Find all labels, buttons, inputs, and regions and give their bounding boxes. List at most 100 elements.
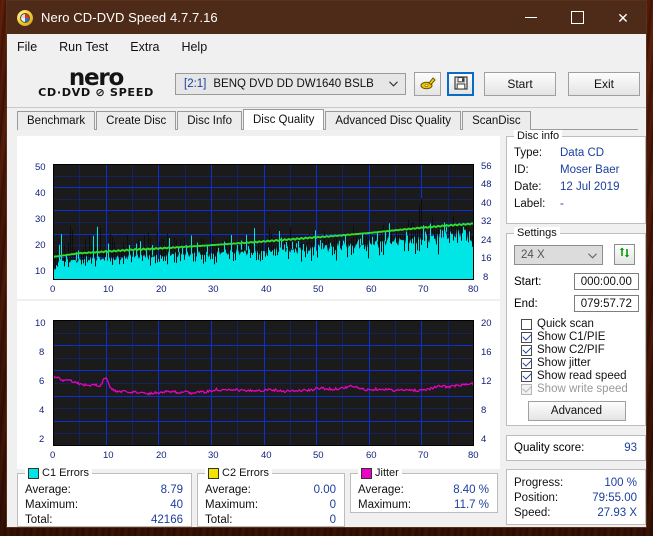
refresh-button[interactable] <box>614 244 635 265</box>
save-icon <box>453 75 468 93</box>
minimize-button[interactable] <box>508 1 554 34</box>
quality-score-value: 93 <box>624 442 637 454</box>
chart1-y2tick-32: 32 <box>481 216 492 227</box>
menu-item-file[interactable]: File <box>17 40 37 54</box>
start-button[interactable]: Start <box>484 72 556 96</box>
tab-disc-info[interactable]: Disc Info <box>177 111 242 130</box>
maximize-button[interactable] <box>554 1 600 34</box>
position-label: Position: <box>514 492 559 504</box>
checkbox-box <box>521 331 532 343</box>
nero-cd-dvd-speed-window: Nero CD-DVD Speed 4.7.7.16 ✕ File Run Te… <box>6 0 647 528</box>
chevron-down-icon <box>389 79 398 89</box>
jitter-maximum-row: Maximum: 11.7 % <box>358 498 489 513</box>
checkbox-label: Show write speed <box>537 383 628 395</box>
c1-total-label: Total: <box>25 514 53 526</box>
save-results-button[interactable] <box>447 72 474 96</box>
quality-score-label: Quality score: <box>514 442 585 454</box>
app-icon <box>17 9 33 26</box>
tab-benchmark[interactable]: Benchmark <box>17 111 96 130</box>
quality-score-panel: Quality score: 93 <box>506 435 646 461</box>
checkbox-label: Show C2/PIF <box>537 344 605 356</box>
tab-create-disc[interactable]: Create Disc <box>96 111 177 130</box>
logo-primary-text: nero <box>68 65 125 91</box>
c2-average-row: Average: 0.00 <box>205 483 336 498</box>
speed-select[interactable]: 24 X <box>514 244 603 265</box>
c1-total-value: 42166 <box>151 514 183 526</box>
chart1-ytick-10: 10 <box>35 266 46 277</box>
c2-color-swatch <box>208 468 219 479</box>
disc-info-panel: Disc info Type: Data CD ID: Moser Baer D… <box>506 130 646 224</box>
end-position-input[interactable]: 079:57.72 <box>573 295 639 312</box>
chart2-xtick-50: 50 <box>313 450 324 461</box>
checkbox-show-c1-pie[interactable]: Show C1/PIE <box>521 331 639 343</box>
close-button[interactable]: ✕ <box>600 1 646 34</box>
c1-maximum-label: Maximum: <box>25 499 79 511</box>
c2-average-value: 0.00 <box>313 484 336 496</box>
c1-error-chart: 10 20 30 40 50 8 16 24 32 40 48 56 0 10 … <box>17 136 500 299</box>
exit-button[interactable]: Exit <box>568 72 640 96</box>
c2-total-row: Total: 0 <box>205 513 336 528</box>
chart2-xtick-0: 0 <box>50 450 56 461</box>
chart1-xtick-60: 60 <box>366 284 377 295</box>
start-position-input[interactable]: 000:00.00 <box>573 273 639 290</box>
speed-value: 24 X <box>521 248 545 261</box>
checkbox-label: Show jitter <box>537 357 591 369</box>
chart1-ytick-20: 20 <box>35 240 46 251</box>
jitter-maximum-label: Maximum: <box>358 499 412 511</box>
eject-disc-button[interactable] <box>414 72 441 96</box>
c2-maximum-label: Maximum: <box>205 499 259 511</box>
checkbox-show-write-speed: Show write speed <box>521 383 639 395</box>
tab-advanced-disc-quality[interactable]: Advanced Disc Quality <box>325 111 462 130</box>
checkbox-label: Show C1/PIE <box>537 331 606 343</box>
checkbox-show-jitter[interactable]: Show jitter <box>521 357 639 369</box>
menu-item-help[interactable]: Help <box>181 40 207 54</box>
chart1-y2tick-40: 40 <box>481 198 492 209</box>
menu-item-run-test[interactable]: Run Test <box>59 40 108 54</box>
jitter-panel: Jitter Average: 8.40 % Maximum: 11.7 % <box>350 467 498 513</box>
tab-scandisc[interactable]: ScanDisc <box>462 111 531 130</box>
chart2-ytick-2: 2 <box>39 434 45 445</box>
checkbox-show-read-speed[interactable]: Show read speed <box>521 370 639 382</box>
c2-maximum-value: 0 <box>329 499 336 511</box>
drive-select[interactable]: [2:1] BENQ DVD DD DW1640 BSLB <box>175 73 406 95</box>
progress-row: Progress: 100 % <box>514 476 637 491</box>
nero-logo: nero CD·DVD ⊘ SPEED <box>21 65 171 99</box>
tab-disc-quality[interactable]: Disc Quality <box>243 109 325 130</box>
chart2-y2tick-8: 8 <box>481 405 487 416</box>
chart1-y2tick-48: 48 <box>481 179 492 190</box>
chart1-xtick-0: 0 <box>50 284 56 295</box>
chart1-xtick-30: 30 <box>208 284 219 295</box>
window-controls: ✕ <box>508 1 646 34</box>
chart2-xtick-80: 80 <box>468 450 479 461</box>
c1-maximum-value: 40 <box>170 499 183 511</box>
toolbar: nero CD·DVD ⊘ SPEED [2:1] BENQ DVD DD DW… <box>7 61 646 108</box>
c1-maximum-row: Maximum: 40 <box>25 498 183 513</box>
menu-item-extra[interactable]: Extra <box>130 40 159 54</box>
disc-label-row: Label: - <box>514 196 639 213</box>
chart2-xtick-60: 60 <box>366 450 377 461</box>
end-position-label: End: <box>514 297 538 310</box>
checkbox-show-c2-pif[interactable]: Show C2/PIF <box>521 344 639 356</box>
chart1-xtick-70: 70 <box>418 284 429 295</box>
checkbox-box <box>521 357 532 369</box>
disc-type-row: Type: Data CD <box>514 145 639 162</box>
chart1-xtick-80: 80 <box>468 284 479 295</box>
disc-type-label: Type: <box>514 147 543 159</box>
disc-date-row: Date: 12 Jul 2019 <box>514 179 639 196</box>
charts-column: 10 20 30 40 50 8 16 24 32 40 48 56 0 10 … <box>17 136 500 527</box>
disc-info-title: Disc info <box>514 130 563 142</box>
disc-date-value: 12 Jul 2019 <box>560 181 620 193</box>
position-value: 79:55.00 <box>592 492 637 504</box>
c1-errors-panel: C1 Errors Average: 8.79 Maximum: 40 Tota… <box>17 467 192 527</box>
advanced-button[interactable]: Advanced <box>527 401 626 421</box>
chart1-y2tick-16: 16 <box>481 253 492 264</box>
chart2-y2tick-16: 16 <box>481 347 492 358</box>
checkbox-quick-scan[interactable]: Quick scan <box>521 318 639 330</box>
progress-panel: Progress: 100 % Position: 79:55.00 Speed… <box>506 469 646 525</box>
checkbox-box <box>521 383 532 395</box>
c2-total-label: Total: <box>205 514 233 526</box>
checkbox-box <box>521 344 532 356</box>
disc-quality-panel: 10 20 30 40 50 8 16 24 32 40 48 56 0 10 … <box>7 130 646 533</box>
settings-panel: Settings 24 X Start: 000:00.00 End: 079:… <box>506 227 646 426</box>
chart1-y2tick-24: 24 <box>481 235 492 246</box>
